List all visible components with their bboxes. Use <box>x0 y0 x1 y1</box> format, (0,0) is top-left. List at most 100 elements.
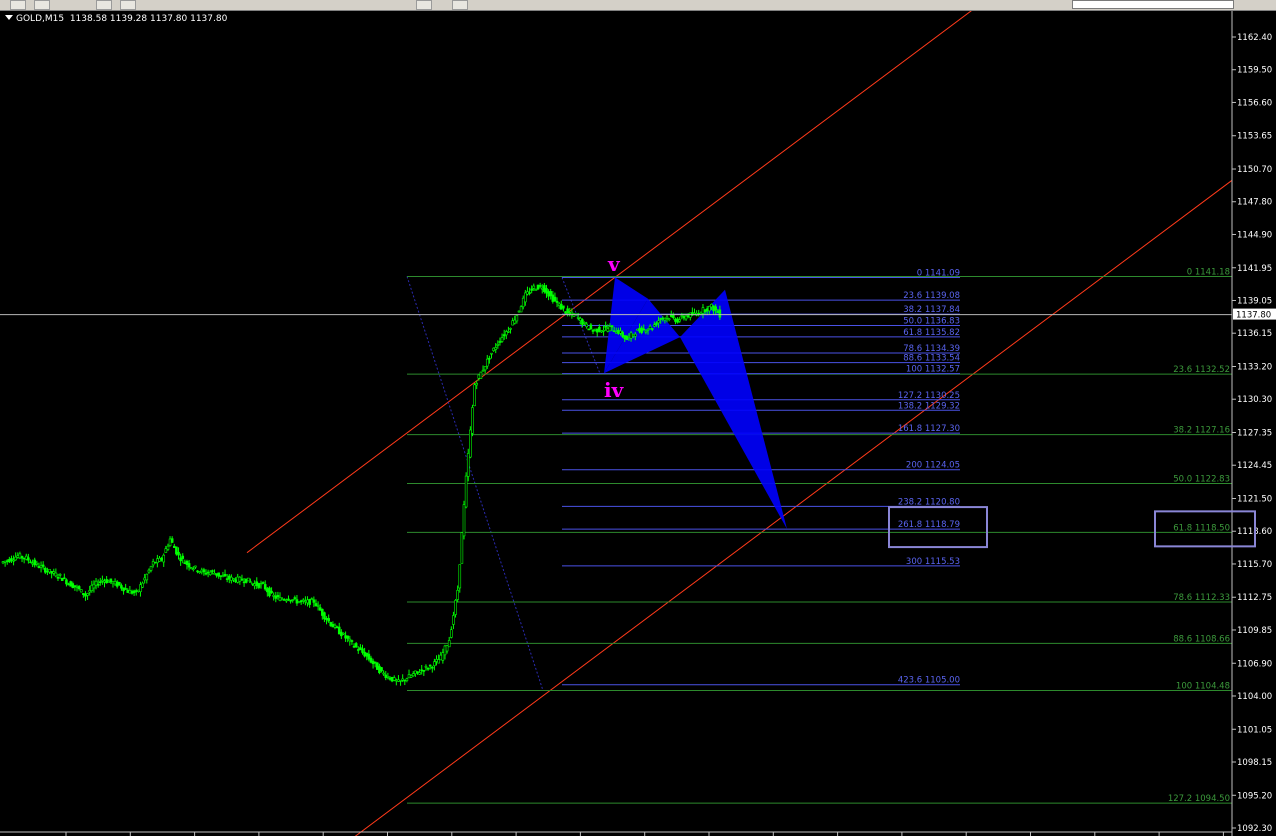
candle-body <box>79 589 83 593</box>
candle-body <box>471 407 474 434</box>
fib-extension-label: 261.8 1118.79 <box>898 520 960 530</box>
candle-body <box>297 601 301 603</box>
candle-body <box>629 332 633 339</box>
toolbar-button[interactable] <box>120 0 136 10</box>
candle-body <box>35 562 39 565</box>
candle-body <box>316 605 320 607</box>
candle-body <box>524 292 527 303</box>
price-tick-label: 1104.00 <box>1237 692 1272 702</box>
fib-retracement-label: 100 1104.48 <box>1176 682 1230 692</box>
candle-body <box>306 599 309 604</box>
candle-body <box>177 551 180 556</box>
dropdown-triangle-icon[interactable] <box>5 15 13 20</box>
candle-body <box>98 581 102 584</box>
price-tick-label: 1098.15 <box>1237 758 1272 768</box>
candle-body <box>236 576 240 583</box>
price-tick-label: 1153.65 <box>1237 132 1272 142</box>
candle-body <box>693 312 696 315</box>
candle-body <box>530 288 533 291</box>
candle-body <box>473 384 476 407</box>
chart-window[interactable]: 0 1141.18 23.6 1132.52 38.2 1127.16 50.0 11… <box>0 11 1276 836</box>
price-chart[interactable]: 0 1141.18 23.6 1132.52 38.2 1127.16 50.0 11… <box>0 11 1276 836</box>
toolbar-button[interactable] <box>10 0 26 10</box>
candle-body <box>492 347 495 351</box>
candle-body <box>111 581 115 585</box>
candle-body <box>5 560 9 562</box>
toolbar-button[interactable] <box>96 0 112 10</box>
candle-body <box>701 307 705 314</box>
candle-body <box>189 567 193 569</box>
candle-body <box>94 580 98 586</box>
candle-body <box>636 328 639 331</box>
price-tick-label: 1147.80 <box>1237 198 1272 208</box>
candle-body <box>151 561 155 566</box>
candle-body <box>259 583 263 586</box>
fib-retracement-label: 61.8 1118.50 <box>1173 523 1230 533</box>
candle-body <box>270 590 273 594</box>
candle-body <box>619 330 622 334</box>
candle-body <box>183 562 187 565</box>
candle-body <box>10 558 13 561</box>
candle-body <box>268 587 271 597</box>
candle-body <box>562 305 565 309</box>
candle-body <box>553 296 557 302</box>
candle-body <box>422 670 426 672</box>
candle-body <box>153 561 157 564</box>
candle-body <box>650 328 654 330</box>
candle-body <box>289 599 292 602</box>
candle-body <box>598 326 601 332</box>
candle-body <box>566 308 569 313</box>
candle-body <box>490 352 493 355</box>
candle-body <box>642 328 646 331</box>
candle-body <box>22 557 26 560</box>
candle-body <box>331 624 335 628</box>
candle-body <box>570 311 574 315</box>
candle-body <box>627 336 631 338</box>
candle-body <box>24 555 28 560</box>
candle-body <box>606 328 610 332</box>
candle-body <box>86 593 89 596</box>
candle-body <box>363 651 366 657</box>
candle-body <box>587 328 591 331</box>
fib-extension-label: 138.2 1129.32 <box>898 401 960 411</box>
channel-lower-line[interactable] <box>345 179 1233 836</box>
candle-body <box>90 585 94 592</box>
candle-body <box>538 285 542 287</box>
toolbar-button[interactable] <box>34 0 50 10</box>
wave-label-v: v <box>608 252 620 276</box>
candle-body <box>373 661 377 664</box>
candle-body <box>581 319 584 325</box>
candle-body <box>399 680 402 682</box>
candle-body <box>435 659 438 662</box>
candle-body <box>403 679 407 682</box>
candle-body <box>160 557 163 561</box>
candle-body <box>198 571 201 573</box>
candle-body <box>29 561 32 564</box>
candle-body <box>420 669 424 672</box>
candle-body <box>466 453 470 477</box>
candle-body <box>716 310 720 314</box>
toolbar-button[interactable] <box>416 0 432 10</box>
candle-body <box>257 583 261 588</box>
candle-body <box>428 664 432 667</box>
candle-body <box>141 582 144 588</box>
toolbar-combo[interactable] <box>1072 0 1234 9</box>
candle-body <box>185 560 189 565</box>
candle-body <box>251 582 254 585</box>
candle-body <box>633 333 637 337</box>
candle-body <box>37 566 41 568</box>
candle-body <box>312 599 316 603</box>
candle-body <box>392 677 396 681</box>
candle-body <box>14 556 17 561</box>
candle-body <box>132 590 136 594</box>
toolbar-button[interactable] <box>452 0 468 10</box>
channel-upper-line[interactable] <box>246 11 1000 554</box>
candle-body <box>240 578 244 581</box>
candle-body <box>291 599 295 601</box>
candle-body <box>318 607 322 611</box>
candle-body <box>416 671 419 673</box>
candle-body <box>454 600 457 615</box>
candle-body <box>280 598 284 601</box>
candle-body <box>295 599 299 604</box>
low-price: 1137.80 <box>150 14 188 24</box>
